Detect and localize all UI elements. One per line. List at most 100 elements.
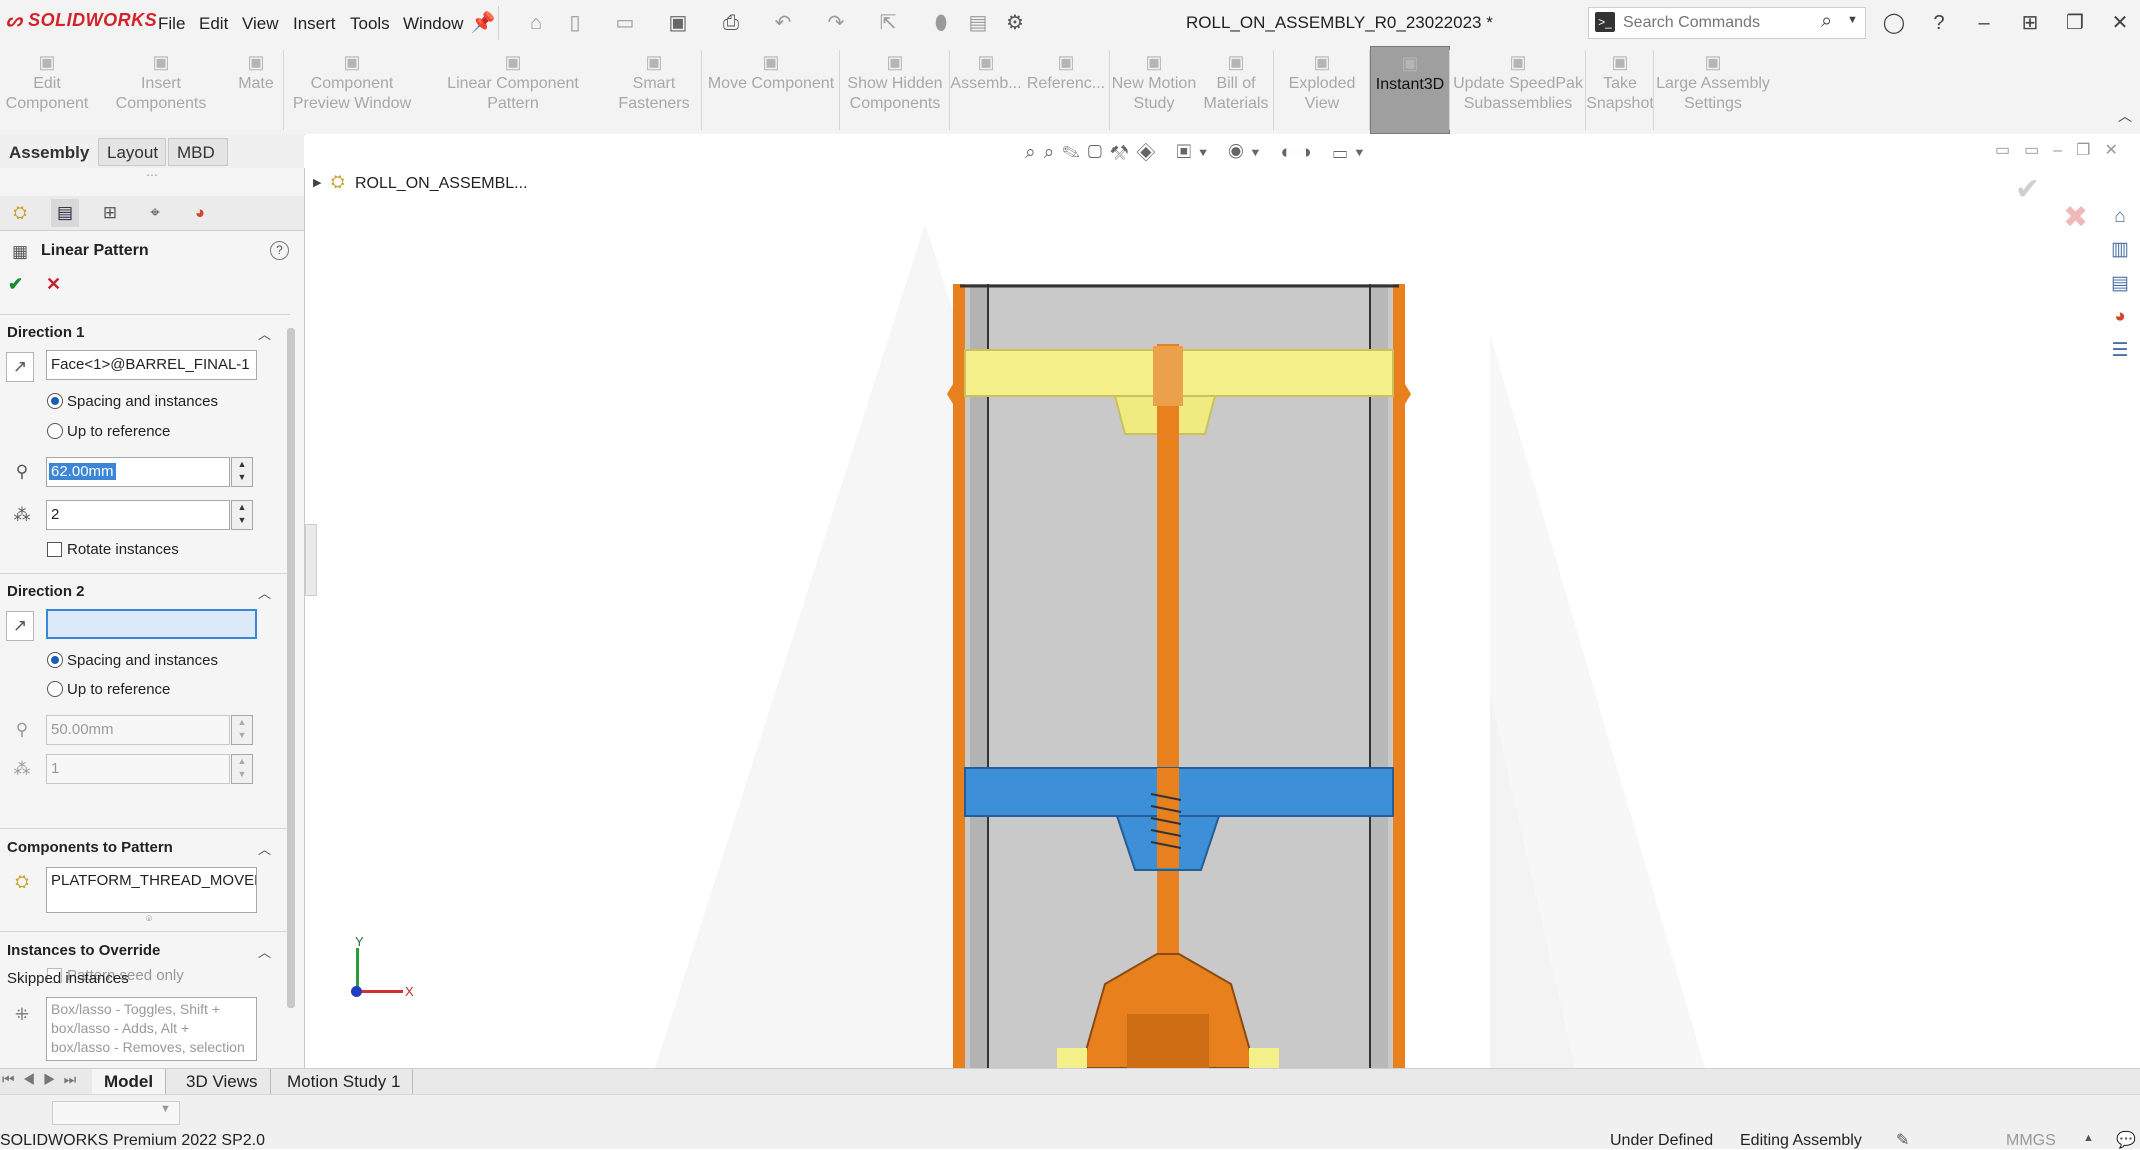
reverse-direction-icon[interactable]: ↗ — [6, 352, 34, 382]
tab-model[interactable]: Model — [92, 1069, 167, 1095]
menu-tools[interactable]: Tools — [350, 14, 390, 34]
menu-insert[interactable]: Insert — [293, 14, 336, 34]
command-edit-component-button[interactable]: ▣ Edit Component — [0, 46, 94, 134]
unit-system[interactable]: MMGS — [2006, 1132, 2056, 1150]
minimize-button[interactable]: – — [1968, 9, 2000, 37]
chevron-down-icon[interactable]: ▼ — [160, 1103, 171, 1115]
feature-manager-icon[interactable]: ⛭ — [6, 199, 34, 227]
user-account-icon[interactable]: ◯ — [1878, 9, 1910, 37]
help-icon[interactable]: ? — [1923, 9, 1955, 37]
command-show-hidden-button[interactable]: ▣ Show Hidden Components — [840, 46, 950, 134]
property-manager-icon[interactable]: ▤ — [51, 199, 79, 227]
command-move-component-button[interactable]: ▣ Move Component — [702, 46, 840, 134]
radio-spacing-instances[interactable] — [47, 652, 63, 668]
pin-icon[interactable]: 📌 — [470, 10, 496, 36]
tab-assembly[interactable]: Assembly — [0, 138, 96, 166]
save-icon[interactable]: ▣ — [665, 10, 691, 36]
comments-icon[interactable]: 💬 — [2116, 1130, 2136, 1150]
file-explorer-icon[interactable]: ▤ — [2105, 269, 2135, 299]
collapse-ribbon-icon[interactable]: ︿ — [2118, 106, 2132, 126]
menu-window[interactable]: Window — [403, 14, 463, 34]
help-icon[interactable]: ? — [270, 241, 289, 260]
close-button[interactable]: ✕ — [2104, 9, 2136, 37]
radio-up-to-reference[interactable] — [47, 423, 63, 439]
command-bom-button[interactable]: ▣ Bill of Materials — [1198, 46, 1274, 134]
panel-grip[interactable]: ⋯ — [0, 168, 304, 194]
design-library-icon[interactable]: ▥ — [2105, 235, 2135, 265]
command-linear-pattern-button[interactable]: ▣ Linear Component Pattern — [420, 46, 606, 134]
command-smart-fasteners-button[interactable]: ▣ Smart Fasteners — [606, 46, 702, 134]
file-properties-icon[interactable]: ▤ — [965, 10, 991, 36]
radio-spacing-instances[interactable] — [47, 393, 63, 409]
collapse-chevron-icon[interactable]: ︿ — [258, 324, 271, 343]
menu-file[interactable]: File — [158, 14, 185, 34]
configuration-manager-icon[interactable]: ⊞ — [96, 199, 124, 227]
components-list[interactable]: PLATFORM_THREAD_MOVED<1 — [46, 867, 257, 913]
appearances-icon[interactable]: ◕ — [2105, 302, 2135, 332]
feature-tree-root[interactable]: ROLL_ON_ASSEMBL... — [355, 175, 528, 193]
direction2-reference-field[interactable] — [46, 609, 257, 639]
command-snapshot-button[interactable]: ▣ Take Snapshot — [1586, 46, 1654, 134]
command-speedpak-button[interactable]: ▣ Update SpeedPak Subassemblies — [1450, 46, 1586, 134]
print-icon[interactable]: ⎙ — [718, 10, 744, 36]
direction2-spacing-input[interactable]: 50.00mm — [46, 715, 230, 745]
viewport-window-controls[interactable]: ▭▭–❐✕ — [1995, 140, 2132, 160]
tab-motion-study[interactable]: Motion Study 1 — [275, 1069, 414, 1095]
direction1-reference-field[interactable]: Face<1>@BARREL_FINAL-1 — [46, 350, 257, 380]
graphics-viewport[interactable]: ⌕⌕✎▢⚒◈ ▣▾ ◉▾ ◐◑ ▭▾ ▶ ⛭ ROLL_ON_ASSEMBL..… — [305, 134, 2140, 1068]
collapse-chevron-icon[interactable]: ︿ — [258, 583, 271, 602]
confirm-check-icon[interactable]: ✔ — [2015, 172, 2040, 207]
heads-up-view-toolbar[interactable]: ⌕⌕✎▢⚒◈ ▣▾ ◉▾ ◐◑ ▭▾ — [1025, 142, 1371, 164]
direction1-instances-input[interactable]: 2 — [46, 500, 230, 530]
model-view[interactable] — [305, 134, 2140, 1068]
tab-scroll-arrows[interactable]: ⏮◀▶⏭ — [2, 1071, 84, 1088]
search-input[interactable] — [1623, 14, 1813, 32]
confirm-cancel-icon[interactable]: ✖ — [2063, 200, 2088, 235]
open-icon[interactable]: ▭ — [612, 10, 638, 36]
search-icon[interactable]: ⌕ — [1821, 10, 1832, 33]
display-manager-icon[interactable]: ◕ — [186, 199, 214, 227]
command-large-assembly-button[interactable]: ▣ Large Assembly Settings — [1654, 46, 1772, 134]
command-insert-components-button[interactable]: ▣ Insert Components — [94, 46, 228, 134]
command-preview-window-button[interactable]: ▣ Component Preview Window — [284, 46, 420, 134]
undo-icon[interactable]: ↶ — [770, 10, 796, 36]
rebuild-icon[interactable]: ⬮ — [928, 10, 954, 36]
tab-3d-views[interactable]: 3D Views — [174, 1069, 271, 1095]
redo-icon[interactable]: ↷ — [823, 10, 849, 36]
select-icon[interactable]: ⇱ — [875, 10, 901, 36]
tab-mbd[interactable]: MBD — [168, 138, 228, 166]
direction1-spacing-input[interactable]: 62.00mm — [46, 457, 230, 487]
home-icon[interactable]: ⌂ — [523, 10, 549, 36]
panel-scrollbar[interactable] — [287, 328, 295, 1008]
chevron-down-icon[interactable]: ▼ — [1847, 14, 1858, 26]
tab-layout[interactable]: Layout — [98, 138, 166, 166]
command-reference-geometry-button[interactable]: ▣ Referenc... — [1022, 46, 1110, 134]
resources-home-icon[interactable]: ⌂ — [2105, 202, 2135, 232]
instances-spinner[interactable]: ▲ ▼ — [231, 754, 253, 784]
rotate-instances-checkbox[interactable] — [47, 542, 62, 557]
resize-grip[interactable]: ⌾ — [146, 914, 152, 925]
solidworks-logo[interactable]: ᔕ SOLIDWORKS — [6, 10, 157, 31]
instances-spinner[interactable]: ▲ ▼ — [231, 500, 253, 530]
collapse-chevron-icon[interactable]: ︿ — [258, 839, 271, 858]
panel-collapse-handle[interactable] — [305, 524, 317, 596]
command-exploded-view-button[interactable]: ▣ Exploded View — [1274, 46, 1370, 134]
chevron-up-icon[interactable]: ▲ — [2083, 1132, 2094, 1144]
menu-edit[interactable]: Edit — [199, 14, 228, 34]
options-gear-icon[interactable]: ⚙ — [1002, 10, 1028, 36]
tile-windows-button[interactable]: ⊞ — [2014, 9, 2046, 37]
expand-arrow-icon[interactable]: ▶ — [313, 176, 321, 189]
reverse-direction-icon[interactable]: ↗ — [6, 611, 34, 641]
command-assembly-features-button[interactable]: ▣ Assemb... — [950, 46, 1022, 134]
menu-view[interactable]: View — [242, 14, 279, 34]
search-commands-box[interactable]: >_ ⌕ ▼ — [1588, 7, 1866, 39]
custom-properties-icon[interactable]: ☰ — [2105, 336, 2135, 366]
restore-button[interactable]: ❐ — [2059, 9, 2091, 37]
command-motion-study-button[interactable]: ▣ New Motion Study — [1110, 46, 1198, 134]
command-instant3d-button[interactable]: ▣ Instant3D — [1370, 46, 1450, 134]
spacing-spinner[interactable]: ▲ ▼ — [231, 457, 253, 487]
command-mate-button[interactable]: ▣ Mate — [228, 46, 284, 134]
new-document-icon[interactable]: ▯ — [562, 10, 588, 36]
cancel-x-icon[interactable]: ✕ — [46, 274, 61, 295]
spacing-spinner[interactable]: ▲ ▼ — [231, 715, 253, 745]
